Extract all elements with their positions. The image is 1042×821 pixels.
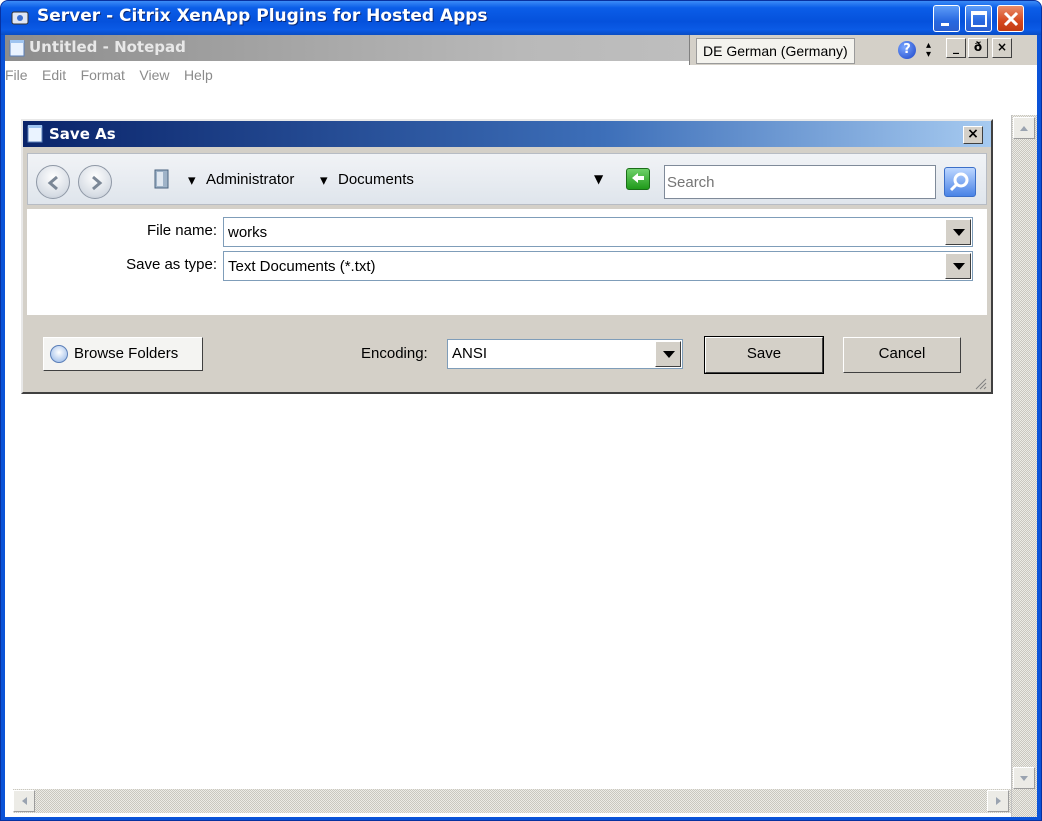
file-name-combo[interactable] — [223, 217, 973, 247]
vertical-scrollbar[interactable] — [1011, 115, 1037, 817]
file-name-label: File name: — [146, 222, 217, 239]
search-input[interactable] — [667, 168, 933, 196]
close-button[interactable] — [997, 5, 1024, 32]
menu-help[interactable]: Help — [184, 61, 217, 83]
dropdown-arrow-icon — [953, 263, 965, 270]
arrow-left-icon — [22, 797, 27, 805]
breadcrumb-separator-icon[interactable]: ▾ — [188, 171, 196, 189]
save-type-dropdown-button[interactable] — [945, 253, 971, 279]
citrix-window-title: Server - Citrix XenApp Plugins for Hoste… — [37, 6, 488, 26]
search-box[interactable] — [664, 165, 936, 199]
langbar-minimize-button[interactable]: _ — [946, 38, 966, 58]
language-bar: DE German (Germany) ? ▴ ▾ _ ð × — [689, 35, 1037, 65]
save-as-dialog: Save As × ▾ Administrator ▾ Documents ▼ … — [21, 119, 993, 394]
menu-edit[interactable]: Edit — [42, 61, 70, 83]
forward-button[interactable] — [78, 165, 112, 199]
langbar-restore-button[interactable]: ð — [968, 38, 988, 58]
notepad-icon — [9, 40, 25, 57]
language-options-icon[interactable]: ▴ ▾ — [926, 41, 936, 60]
encoding-dropdown-button[interactable] — [655, 341, 681, 367]
breadcrumb-separator-icon[interactable]: ▾ — [320, 171, 328, 189]
menu-format[interactable]: Format — [81, 61, 129, 83]
save-type-label: Save as type: — [126, 256, 217, 273]
expand-chevron-icon — [50, 345, 68, 363]
scroll-down-button[interactable] — [1013, 767, 1035, 789]
file-name-dropdown-button[interactable] — [945, 219, 971, 245]
citrix-window: Server - Citrix XenApp Plugins for Hoste… — [0, 0, 1042, 821]
maximize-icon — [971, 11, 987, 27]
scroll-right-button[interactable] — [987, 790, 1009, 812]
notepad-icon — [27, 125, 43, 143]
save-button[interactable]: Save — [704, 336, 824, 374]
browse-folders-label: Browse Folders — [74, 345, 179, 362]
citrix-app-icon — [11, 11, 29, 25]
encoding-label: Encoding: — [361, 345, 428, 362]
file-name-input[interactable] — [228, 221, 928, 243]
maximize-button[interactable] — [965, 5, 992, 32]
menu-view[interactable]: View — [139, 61, 173, 83]
back-button[interactable] — [36, 165, 70, 199]
arrow-up-icon — [1020, 126, 1028, 131]
folder-icon — [154, 169, 169, 189]
dropdown-arrow-icon — [663, 351, 675, 358]
encoding-value: ANSI — [452, 345, 488, 362]
encoding-select[interactable]: ANSI — [447, 339, 683, 369]
dropdown-arrow-icon — [953, 229, 965, 236]
save-as-title-bar[interactable]: Save As × — [23, 121, 991, 147]
citrix-title-bar[interactable]: Server - Citrix XenApp Plugins for Hoste… — [1, 1, 1041, 35]
breadcrumb[interactable]: ▾ Administrator ▾ Documents ▼ — [148, 164, 628, 196]
file-fields: File name: Save as type: — [27, 209, 987, 315]
menu-bar: File Edit Format View Help — [5, 61, 689, 89]
resize-grip-icon[interactable] — [973, 376, 987, 390]
horizontal-scrollbar[interactable] — [13, 789, 1011, 813]
breadcrumb-administrator[interactable]: Administrator — [206, 171, 294, 188]
save-as-title: Save As — [49, 125, 116, 143]
arrow-right-icon — [996, 797, 1001, 805]
arrow-down-icon — [1020, 776, 1028, 781]
save-type-select[interactable] — [223, 251, 973, 281]
forward-arrow-icon — [92, 175, 103, 191]
scroll-up-button[interactable] — [1013, 117, 1035, 139]
back-arrow-icon — [47, 175, 58, 191]
search-icon — [949, 172, 969, 192]
menu-file[interactable]: File — [5, 61, 32, 83]
scroll-left-button[interactable] — [13, 790, 35, 812]
cancel-button[interactable]: Cancel — [843, 337, 961, 373]
dialog-footer: Browse Folders Encoding: ANSI Save Cance… — [23, 317, 991, 392]
minimize-icon — [941, 23, 949, 26]
langbar-close-button[interactable]: × — [992, 38, 1012, 58]
save-type-value[interactable] — [228, 255, 928, 277]
notepad-window: Untitled - Notepad DE German (Germany) ?… — [5, 35, 1037, 817]
navigation-bar: ▾ Administrator ▾ Documents ▼ — [27, 153, 987, 205]
close-icon — [1003, 11, 1019, 27]
dialog-close-button[interactable]: × — [963, 126, 983, 144]
search-button[interactable] — [944, 167, 976, 197]
minimize-button[interactable] — [933, 5, 960, 32]
notepad-title: Untitled - Notepad — [29, 38, 186, 56]
refresh-button[interactable] — [626, 168, 650, 190]
refresh-icon — [632, 173, 644, 183]
browse-folders-button[interactable]: Browse Folders — [43, 337, 203, 371]
breadcrumb-documents[interactable]: Documents — [338, 171, 414, 188]
language-selector[interactable]: DE German (Germany) — [696, 38, 855, 64]
history-dropdown-icon[interactable]: ▼ — [594, 172, 603, 186]
help-icon[interactable]: ? — [898, 41, 916, 59]
